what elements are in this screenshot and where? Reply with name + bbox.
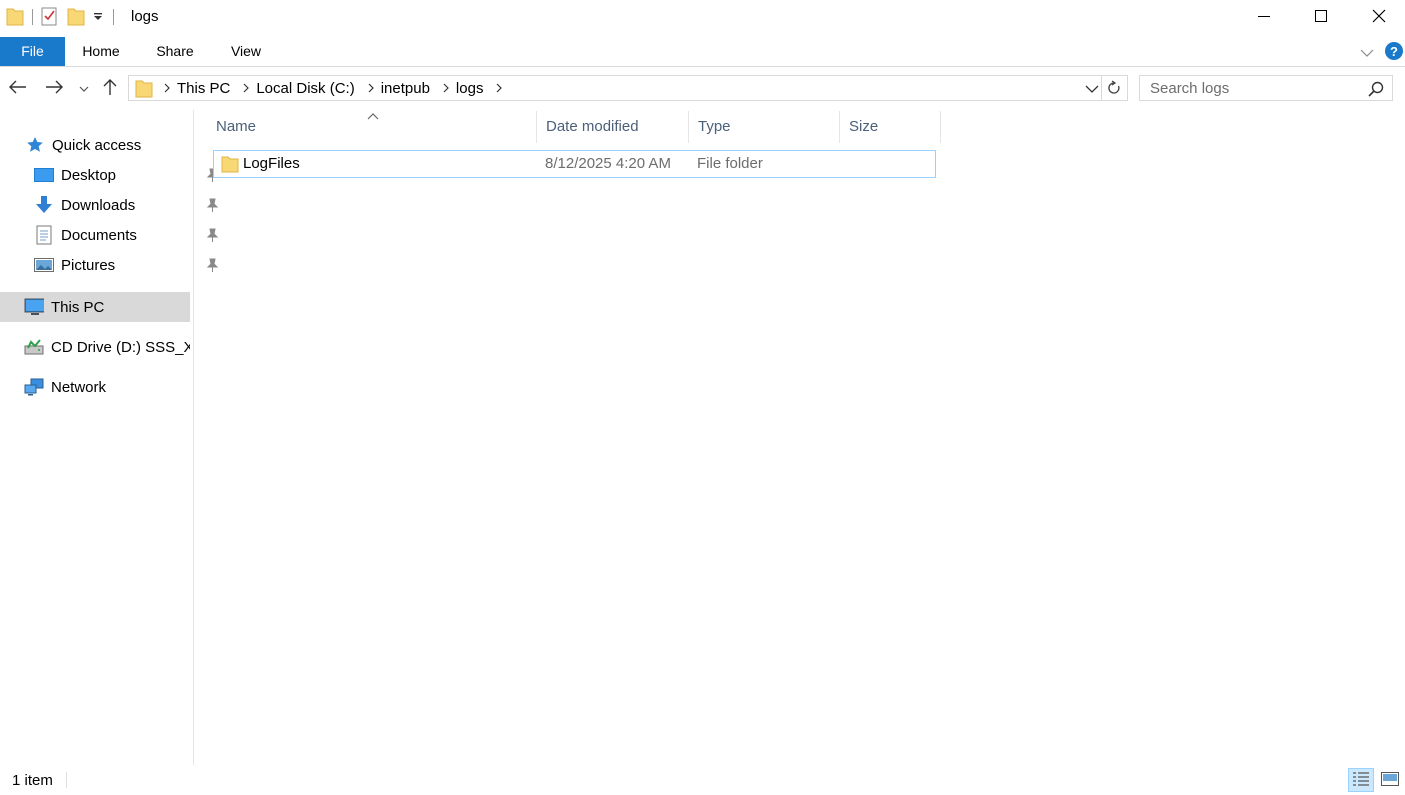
chevron-right-icon[interactable] [489, 83, 509, 93]
help-icon[interactable]: ? [1384, 41, 1404, 64]
tab-file[interactable]: File [0, 37, 65, 66]
search-icon[interactable] [1368, 81, 1384, 100]
file-date: 8/12/2025 4:20 AM [545, 155, 671, 172]
tab-share[interactable]: Share [146, 37, 204, 66]
column-header-name[interactable]: Name [207, 111, 537, 143]
tab-view[interactable]: View [218, 37, 274, 66]
computer-icon [24, 297, 44, 317]
expand-ribbon-icon[interactable] [1360, 45, 1374, 61]
network-icon [24, 377, 44, 397]
title-bar: logs [0, 0, 1405, 34]
nav-label: CD Drive (D:) SSS_X64 [51, 338, 190, 356]
close-button[interactable] [1350, 0, 1405, 34]
recent-locations-button[interactable] [74, 76, 94, 100]
refresh-icon[interactable] [1106, 80, 1122, 99]
details-view-icon [1352, 771, 1370, 790]
folder-icon [221, 155, 239, 173]
large-icons-view-button[interactable] [1377, 768, 1403, 792]
column-header-size[interactable]: Size [840, 111, 941, 143]
file-type: File folder [697, 155, 763, 172]
nav-label: Desktop [61, 166, 117, 184]
column-header-date[interactable]: Date modified [537, 111, 689, 143]
folder-icon [135, 78, 153, 98]
search-box[interactable] [1139, 75, 1393, 101]
column-header-type[interactable]: Type [689, 111, 840, 143]
status-divider [66, 772, 67, 788]
svg-text:?: ? [1390, 44, 1398, 59]
details-view-button[interactable] [1348, 768, 1374, 792]
chevron-right-icon[interactable] [157, 83, 177, 93]
pin-icon[interactable] [206, 198, 219, 216]
maximize-button[interactable] [1292, 0, 1350, 34]
qat-separator [32, 9, 33, 25]
maximize-icon [1315, 9, 1327, 25]
arrow-up-icon [103, 78, 117, 99]
back-button[interactable] [6, 76, 30, 100]
nav-network[interactable]: Network [24, 373, 190, 401]
nav-item-downloads[interactable]: Downloads [34, 191, 219, 219]
nav-label: This PC [51, 298, 105, 316]
ribbon-tabs: File Home Share View ? [0, 37, 1405, 67]
nav-label: Documents [61, 226, 137, 244]
address-bar[interactable]: This PC Local Disk (C:) inetpub logs [128, 75, 1128, 101]
search-input[interactable] [1140, 76, 1350, 100]
download-icon [34, 195, 54, 215]
file-name[interactable]: LogFiles [243, 151, 300, 177]
properties-icon[interactable] [41, 6, 57, 29]
address-history-icon[interactable] [1085, 82, 1099, 98]
desktop-icon [34, 165, 54, 185]
nav-label: Downloads [61, 196, 136, 214]
folder-icon [6, 6, 24, 29]
document-icon [34, 225, 54, 245]
nav-quick-access[interactable]: Quick access [25, 131, 190, 159]
large-icons-view-icon [1381, 771, 1399, 789]
close-icon [1372, 9, 1386, 26]
chevron-right-icon[interactable] [436, 83, 456, 93]
chevron-down-icon [79, 80, 89, 96]
nav-this-pc[interactable]: This PC [0, 292, 190, 322]
nav-item-pictures[interactable]: Pictures [34, 251, 219, 279]
nav-item-documents[interactable]: Documents [34, 221, 219, 249]
forward-button[interactable] [42, 76, 66, 100]
arrow-right-icon [45, 80, 63, 97]
pictures-icon [34, 255, 54, 275]
nav-cd-drive[interactable]: CD Drive (D:) SSS_X64 [24, 333, 190, 361]
nav-item-desktop[interactable]: Desktop [34, 161, 219, 189]
up-button[interactable] [98, 76, 122, 100]
quick-access-toolbar [6, 6, 122, 28]
minimize-icon [1258, 9, 1270, 25]
navigation-pane: Quick access Desktop Downloads Documents… [0, 110, 219, 765]
window-title: logs [131, 8, 159, 25]
breadcrumb-local-disk[interactable]: Local Disk (C:) [256, 80, 354, 97]
column-headers: Name Date modified Type Size [207, 111, 941, 143]
nav-label: Pictures [61, 256, 116, 274]
status-bar: 1 item [0, 766, 1405, 795]
pin-icon[interactable] [206, 258, 219, 276]
tab-home[interactable]: Home [72, 37, 130, 66]
customize-qat-icon[interactable] [91, 9, 105, 26]
address-divider [1101, 76, 1102, 100]
breadcrumb-inetpub[interactable]: inetpub [381, 80, 430, 97]
arrow-left-icon [9, 80, 27, 97]
new-folder-icon[interactable] [67, 6, 85, 29]
address-row: This PC Local Disk (C:) inetpub logs [0, 73, 1405, 103]
pin-icon[interactable] [206, 228, 219, 246]
breadcrumb-logs[interactable]: logs [456, 80, 484, 97]
cd-drive-icon [24, 337, 44, 357]
minimize-button[interactable] [1235, 0, 1293, 34]
file-row[interactable]: LogFiles 8/12/2025 4:20 AM File folder [213, 150, 936, 178]
star-icon [25, 135, 45, 155]
nav-label: Quick access [52, 136, 142, 154]
qat-separator [113, 9, 114, 25]
nav-label: Network [51, 378, 107, 396]
breadcrumb-this-pc[interactable]: This PC [177, 80, 230, 97]
chevron-right-icon[interactable] [361, 83, 381, 93]
chevron-right-icon[interactable] [236, 83, 256, 93]
item-count: 1 item [12, 772, 53, 789]
